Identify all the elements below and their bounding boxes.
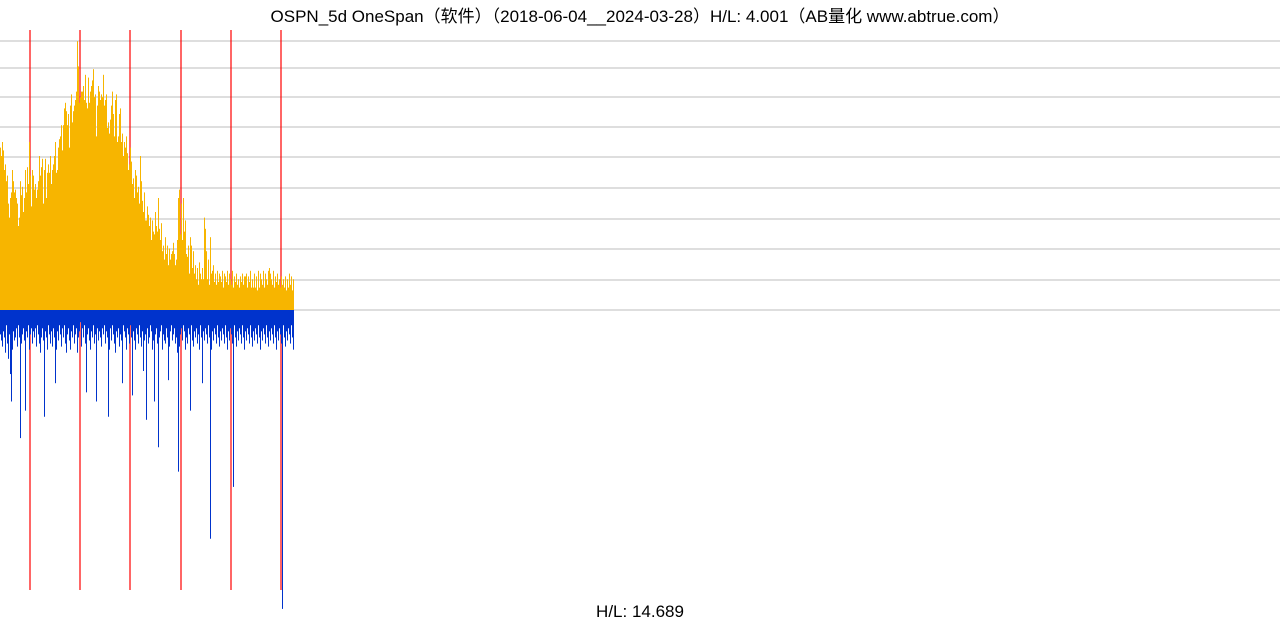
chart-plot-area (0, 0, 1280, 620)
stock-volume-chart: OSPN_5d OneSpan（软件）（2018-06-04__2024-03-… (0, 0, 1280, 620)
chart-footer: H/L: 14.689 (0, 602, 1280, 620)
chart-title: OSPN_5d OneSpan（软件）（2018-06-04__2024-03-… (0, 2, 1280, 27)
